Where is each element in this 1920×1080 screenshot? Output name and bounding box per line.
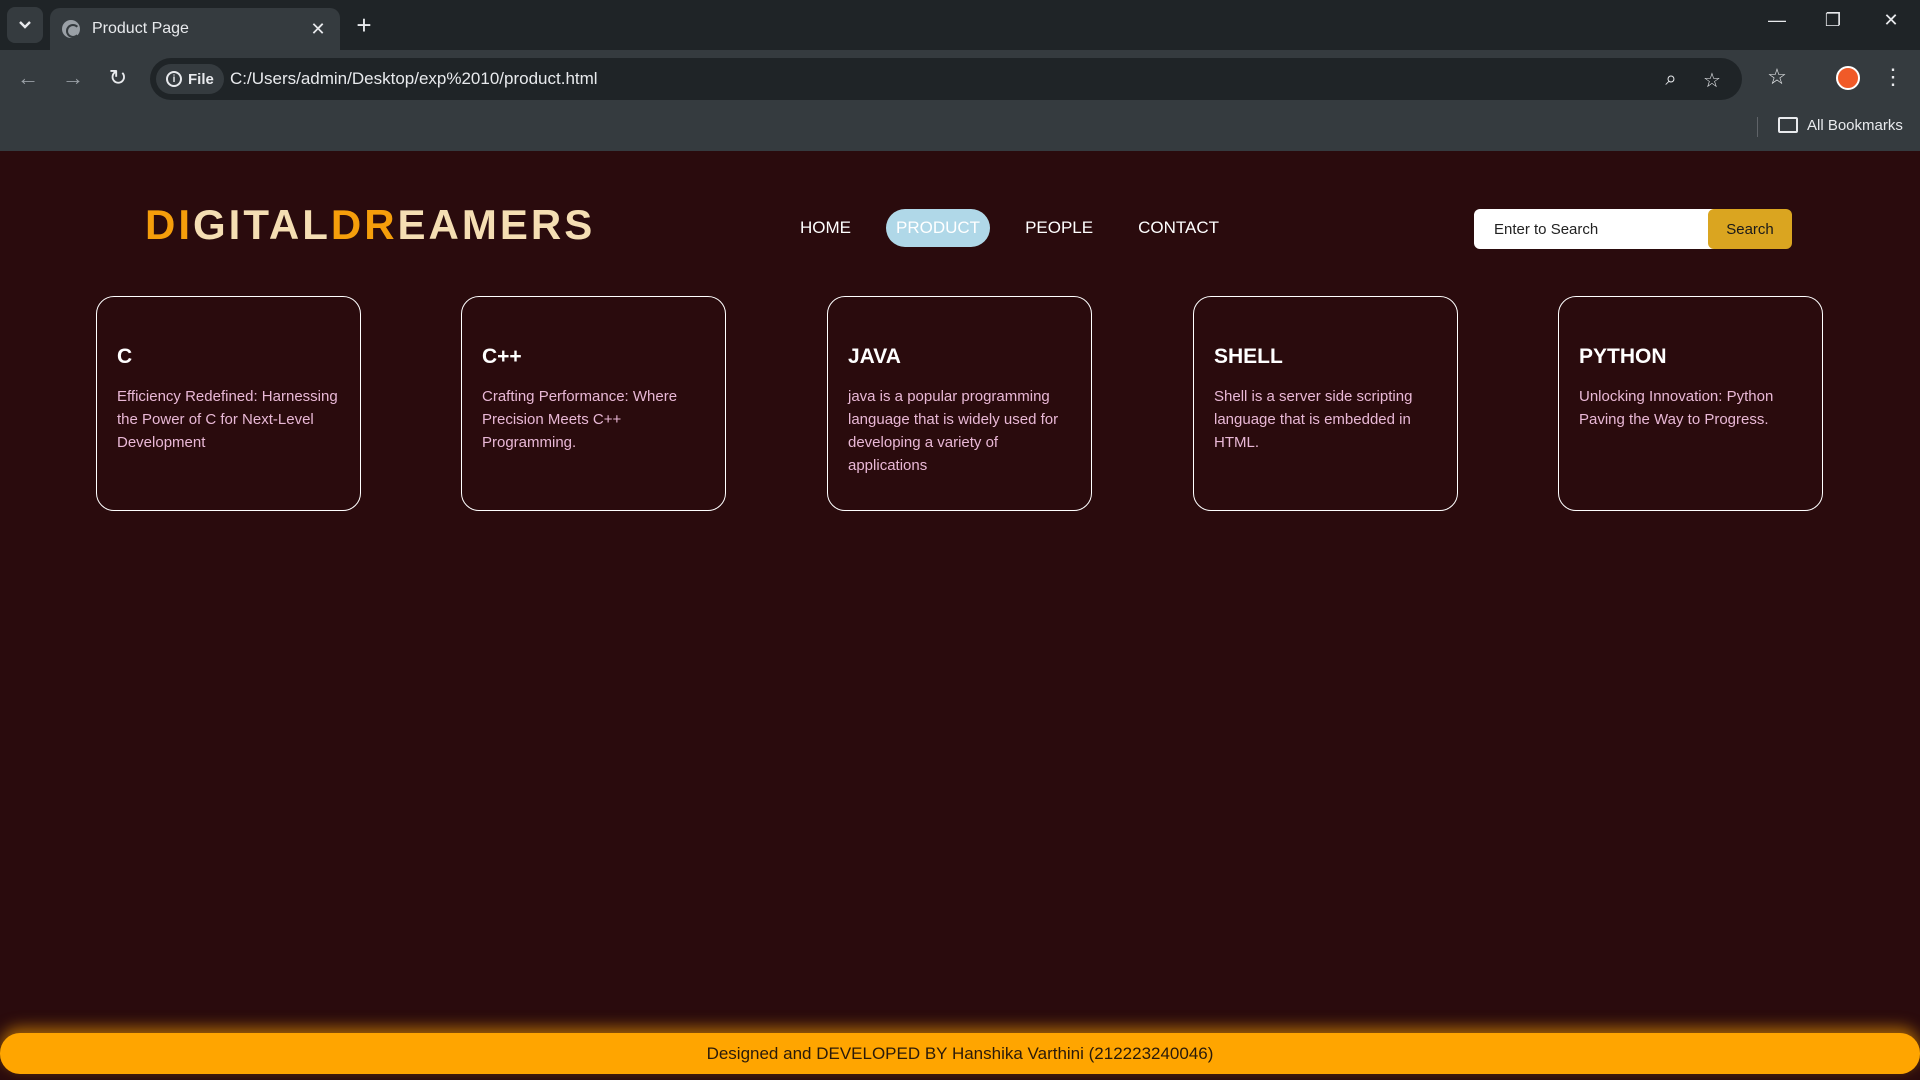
- card-title: JAVA: [848, 345, 901, 368]
- zoom-icon[interactable]: ⌕: [1659, 68, 1683, 91]
- card-text: Unlocking Innovation: Python Paving the …: [1579, 388, 1774, 428]
- reload-icon[interactable]: ↻: [103, 64, 133, 92]
- search-input[interactable]: [1474, 209, 1734, 249]
- tab-search-button[interactable]: [7, 7, 43, 43]
- star-icon[interactable]: ☆: [1700, 68, 1724, 93]
- card-python[interactable]: PYTHON Unlocking Innovation: Python Pavi…: [1558, 296, 1823, 511]
- logo-part-1: DI: [145, 201, 193, 248]
- chip-label: File: [188, 70, 214, 88]
- main-nav: HOME PRODUCT PEOPLE CONTACT: [790, 209, 1254, 247]
- site-info-chip[interactable]: i File: [156, 64, 224, 94]
- tab-close-button[interactable]: ✕: [308, 19, 328, 40]
- tab-title: Product Page: [92, 20, 189, 37]
- nav-home[interactable]: HOME: [790, 209, 861, 247]
- card-title: SHELL: [1214, 345, 1283, 368]
- nav-product[interactable]: PRODUCT: [886, 209, 991, 247]
- folder-icon[interactable]: [1778, 117, 1798, 133]
- forward-icon[interactable]: →: [58, 64, 88, 92]
- card-text: Efficiency Redefined: Harnessing the Pow…: [117, 388, 338, 451]
- restore-button[interactable]: ❐: [1818, 10, 1848, 31]
- logo-part-4: EAMERS: [397, 201, 596, 248]
- back-icon[interactable]: ←: [13, 64, 43, 92]
- card-java[interactable]: JAVA java is a popular programming langu…: [827, 296, 1092, 511]
- all-bookmarks-link[interactable]: All Bookmarks: [1807, 117, 1903, 134]
- bookmarks-divider: [1757, 117, 1758, 137]
- card-c[interactable]: C Efficiency Redefined: Harnessing the P…: [96, 296, 361, 511]
- chevron-down-icon: [19, 21, 31, 29]
- card-text: java is a popular programming language t…: [848, 388, 1059, 474]
- logo-part-3: DR: [330, 201, 398, 248]
- site-logo[interactable]: DIGITALDREAMERS: [145, 201, 595, 249]
- profile-icon[interactable]: [1836, 66, 1860, 90]
- tab-strip: Product Page ✕ + — ❐ ✕: [0, 0, 1920, 50]
- card-title: C++: [482, 345, 522, 368]
- menu-icon[interactable]: ⋮: [1878, 64, 1908, 90]
- bookmarks-bar: All Bookmarks: [0, 107, 1920, 151]
- bookmarks-icon[interactable]: ☆: [1762, 64, 1792, 90]
- nav-contact[interactable]: CONTACT: [1128, 209, 1229, 247]
- globe-icon: [62, 20, 80, 38]
- search-button[interactable]: Search: [1708, 209, 1792, 249]
- minimize-button[interactable]: —: [1762, 10, 1792, 31]
- card-text: Shell is a server side scripting languag…: [1214, 388, 1413, 451]
- info-icon: i: [166, 71, 182, 87]
- card-shell[interactable]: SHELL Shell is a server side scripting l…: [1193, 296, 1458, 511]
- browser-toolbar: ← → ↻ i File C:/Users/admin/Desktop/exp%…: [0, 50, 1920, 107]
- new-tab-button[interactable]: +: [350, 12, 378, 38]
- window-close-button[interactable]: ✕: [1876, 10, 1906, 31]
- card-text: Crafting Performance: Where Precision Me…: [482, 388, 678, 451]
- card-cpp[interactable]: C++ Crafting Performance: Where Precisio…: [461, 296, 726, 511]
- url-text[interactable]: C:/Users/admin/Desktop/exp%2010/product.…: [230, 69, 598, 89]
- search-form: Search: [1474, 209, 1792, 249]
- browser-tab[interactable]: Product Page ✕: [50, 8, 340, 50]
- nav-people[interactable]: PEOPLE: [1015, 209, 1103, 247]
- site-footer: Designed and DEVELOPED BY Hanshika Varth…: [0, 1033, 1920, 1074]
- address-bar[interactable]: i File C:/Users/admin/Desktop/exp%2010/p…: [150, 58, 1742, 100]
- card-title: C: [117, 345, 133, 368]
- page-content: DIGITALDREAMERS HOME PRODUCT PEOPLE CONT…: [0, 151, 1920, 1080]
- card-title: PYTHON: [1579, 345, 1667, 368]
- logo-part-2: GITAL: [193, 201, 331, 248]
